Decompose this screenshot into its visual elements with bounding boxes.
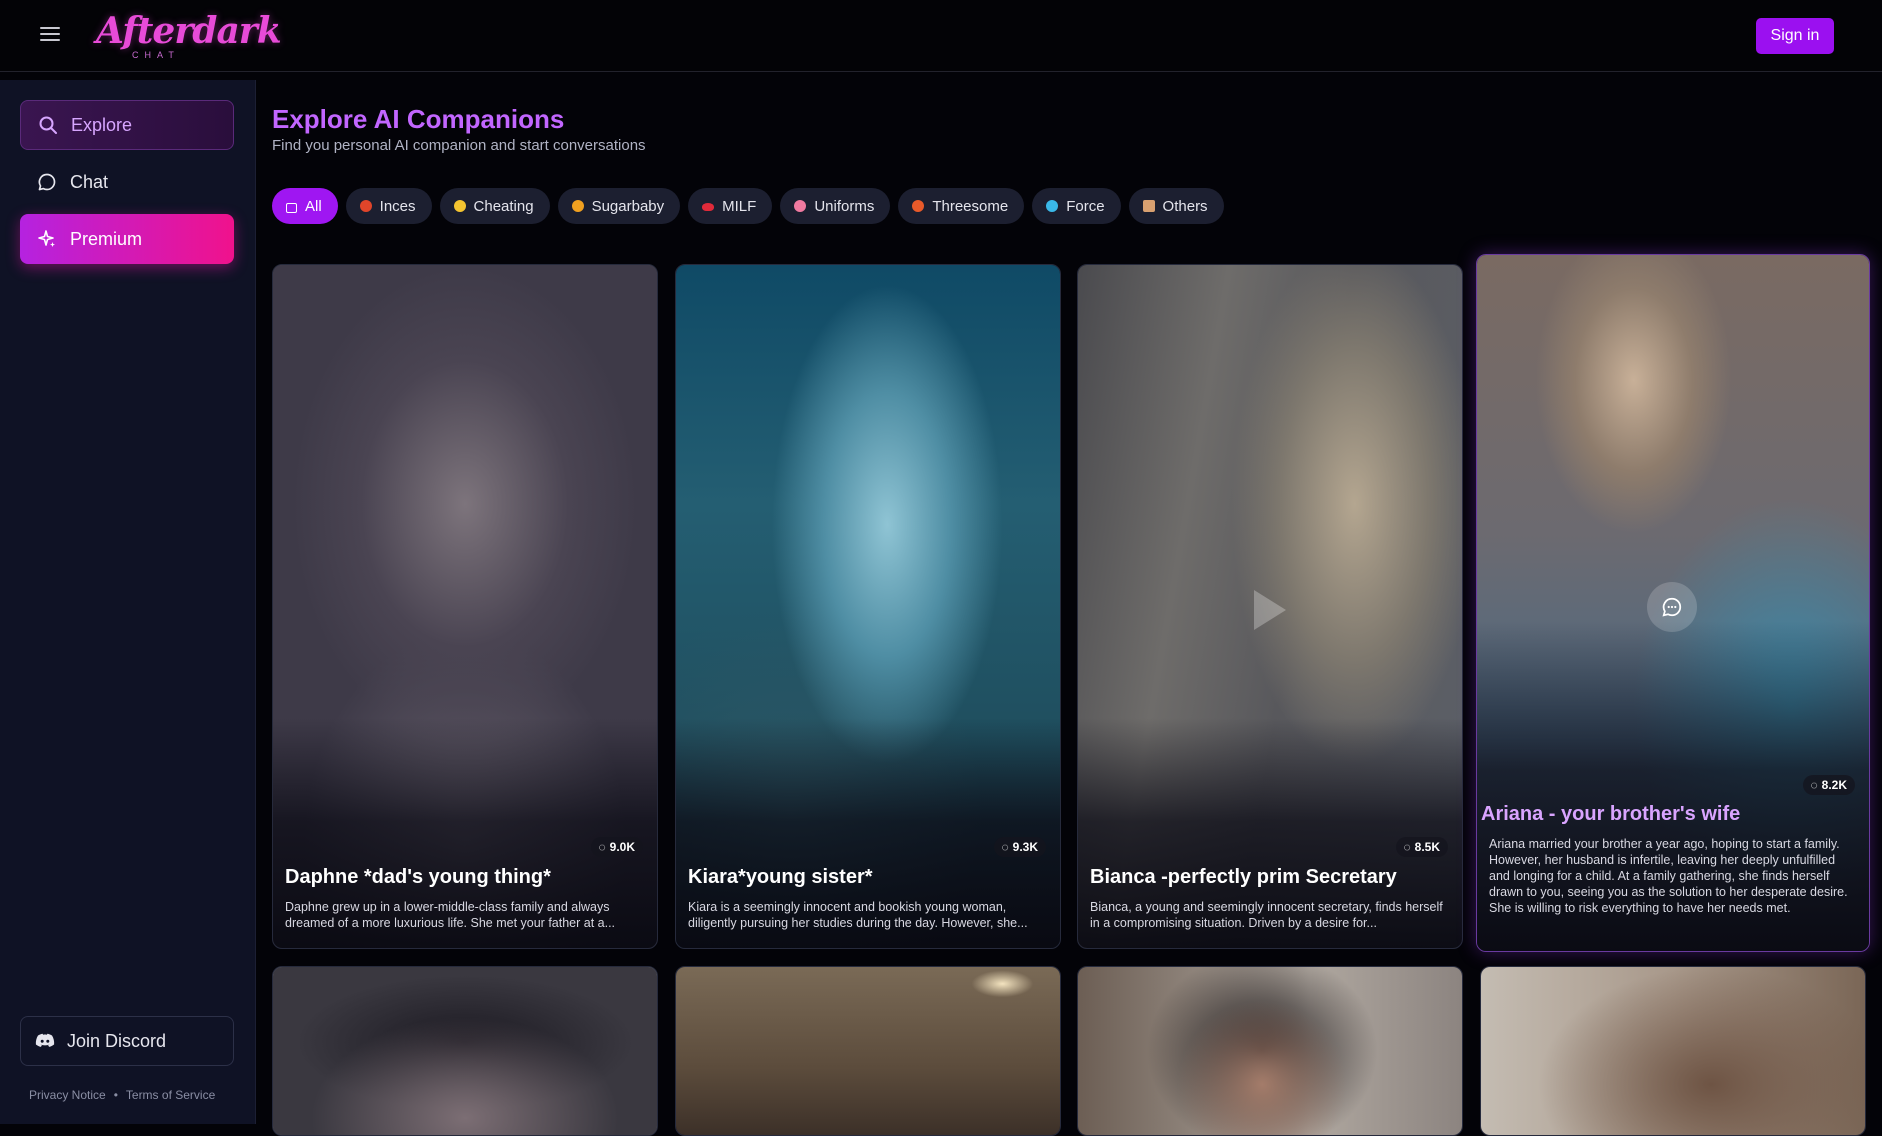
companion-name: Bianca -perfectly prim Secretary [1090, 866, 1397, 888]
category-filter-bar: All Inces Cheating Sugarbaby MILF Unifor… [272, 188, 1224, 224]
splash-icon [1046, 200, 1059, 212]
category-chip-threesome[interactable]: Threesome [898, 188, 1025, 224]
companion-card[interactable] [272, 966, 658, 1136]
companion-card[interactable]: ◌ 8.2K Ariana - your brother's wife Arian… [1476, 254, 1870, 952]
heart-eyes-face-icon [571, 200, 584, 212]
sidebar-item-explore[interactable]: Explore [20, 100, 234, 150]
category-label: Sugarbaby [591, 197, 665, 215]
page-title: Explore AI Companions [272, 104, 565, 134]
category-label: Cheating [473, 197, 534, 215]
sidebar-item-premium[interactable]: Premium [20, 214, 234, 264]
sidebar-item-label: Explore [71, 114, 133, 135]
category-chip-force[interactable]: Force [1032, 188, 1121, 224]
menu-icon[interactable] [40, 27, 60, 45]
footer-links: Privacy Notice • Terms of Service [29, 1088, 215, 1102]
sidebar-item-chat[interactable]: Chat [20, 157, 234, 207]
chat-count-badge: ◌ 9.3K [993, 837, 1046, 857]
companion-description: Kiara is a seemingly innocent and bookis… [688, 900, 1028, 930]
sidebar-item-label: Premium [70, 228, 143, 249]
chat-icon [36, 171, 58, 193]
category-chip-others[interactable]: Others [1128, 188, 1224, 224]
top-bar: Afterdark CHAT Sign in [0, 0, 1882, 72]
companion-photo [1481, 967, 1865, 1135]
category-label: Others [1162, 197, 1208, 215]
companion-card[interactable] [1077, 966, 1463, 1136]
chat-bubble-icon: ◌ [598, 840, 606, 854]
chat-count-badge: ◌ 8.2K [1802, 775, 1855, 795]
companion-card[interactable]: ◌ 9.0K Daphne *dad's young thing* Daphne … [272, 264, 658, 949]
companion-description: Daphne grew up in a lower-middle-class f… [285, 900, 616, 930]
companion-description: Ariana married your brother a year ago, … [1489, 837, 1848, 915]
search-icon [37, 114, 59, 136]
companion-name: Ariana - your brother's wife [1481, 803, 1741, 825]
companion-name: Kiara*young sister* [688, 866, 873, 888]
category-label: Force [1066, 197, 1105, 215]
scroll-icon [1142, 200, 1155, 212]
companion-card[interactable]: ◌ 9.3K Kiara*young sister* Kiara is a see… [675, 264, 1061, 949]
companion-description: Bianca, a young and seemingly innocent s… [1090, 900, 1443, 930]
group-icon [912, 200, 925, 212]
companion-card[interactable]: ◌ 8.5K Bianca -perfectly prim Secretary B… [1077, 264, 1463, 949]
terms-of-service-link[interactable]: Terms of Service [126, 1088, 215, 1102]
discord-icon [33, 1029, 57, 1053]
companion-card[interactable] [675, 966, 1061, 1136]
category-label: MILF [722, 197, 757, 215]
chat-count-badge: ◌ 9.0K [590, 837, 643, 857]
logo-text: Afterdark [96, 10, 282, 52]
logo-subtext: CHAT [132, 50, 180, 60]
companion-name: Daphne *dad's young thing* [285, 866, 551, 888]
chat-bubble-icon: ◌ [1810, 778, 1818, 792]
sign-in-button[interactable]: Sign in [1756, 18, 1834, 54]
page-subtitle: Find you personal AI companion and start… [272, 137, 646, 154]
logo[interactable]: Afterdark CHAT [96, 10, 282, 60]
chat-bubble-icon: ◌ [1403, 840, 1411, 854]
join-discord-label: Join Discord [67, 1030, 167, 1051]
sidebar-item-label: Chat [70, 171, 109, 192]
category-label: Threesome [932, 197, 1009, 215]
privacy-notice-link[interactable]: Privacy Notice [29, 1088, 106, 1102]
chat-count-badge: ◌ 8.5K [1395, 837, 1448, 857]
smirk-face-icon [453, 200, 466, 212]
category-label: Inces [379, 197, 416, 215]
sparkle-icon [36, 228, 58, 250]
category-label: All [305, 197, 322, 215]
category-chip-sugarbaby[interactable]: Sugarbaby [557, 188, 681, 224]
category-chip-all[interactable]: All [272, 188, 338, 224]
lock-icon [286, 202, 297, 213]
join-discord-button[interactable]: Join Discord [20, 1016, 234, 1066]
lips-icon [702, 203, 715, 211]
ribbon-icon [794, 200, 807, 212]
companion-photo [1078, 967, 1462, 1135]
category-chip-milf[interactable]: MILF [688, 188, 773, 224]
chat-bubble-icon: ◌ [1001, 840, 1009, 854]
footer-separator: • [113, 1088, 118, 1102]
category-chip-uniforms[interactable]: Uniforms [780, 188, 891, 224]
play-icon[interactable] [1254, 590, 1286, 630]
category-label: Uniforms [814, 197, 875, 215]
category-chip-inces[interactable]: Inces [345, 188, 432, 224]
companion-card[interactable] [1480, 966, 1866, 1136]
sidebar: Explore Chat Premium Join Discord Privac… [0, 80, 256, 1124]
chili-icon [359, 200, 372, 212]
companion-photo [676, 967, 1060, 1135]
companion-photo [273, 967, 657, 1135]
category-chip-cheating[interactable]: Cheating [439, 188, 550, 224]
